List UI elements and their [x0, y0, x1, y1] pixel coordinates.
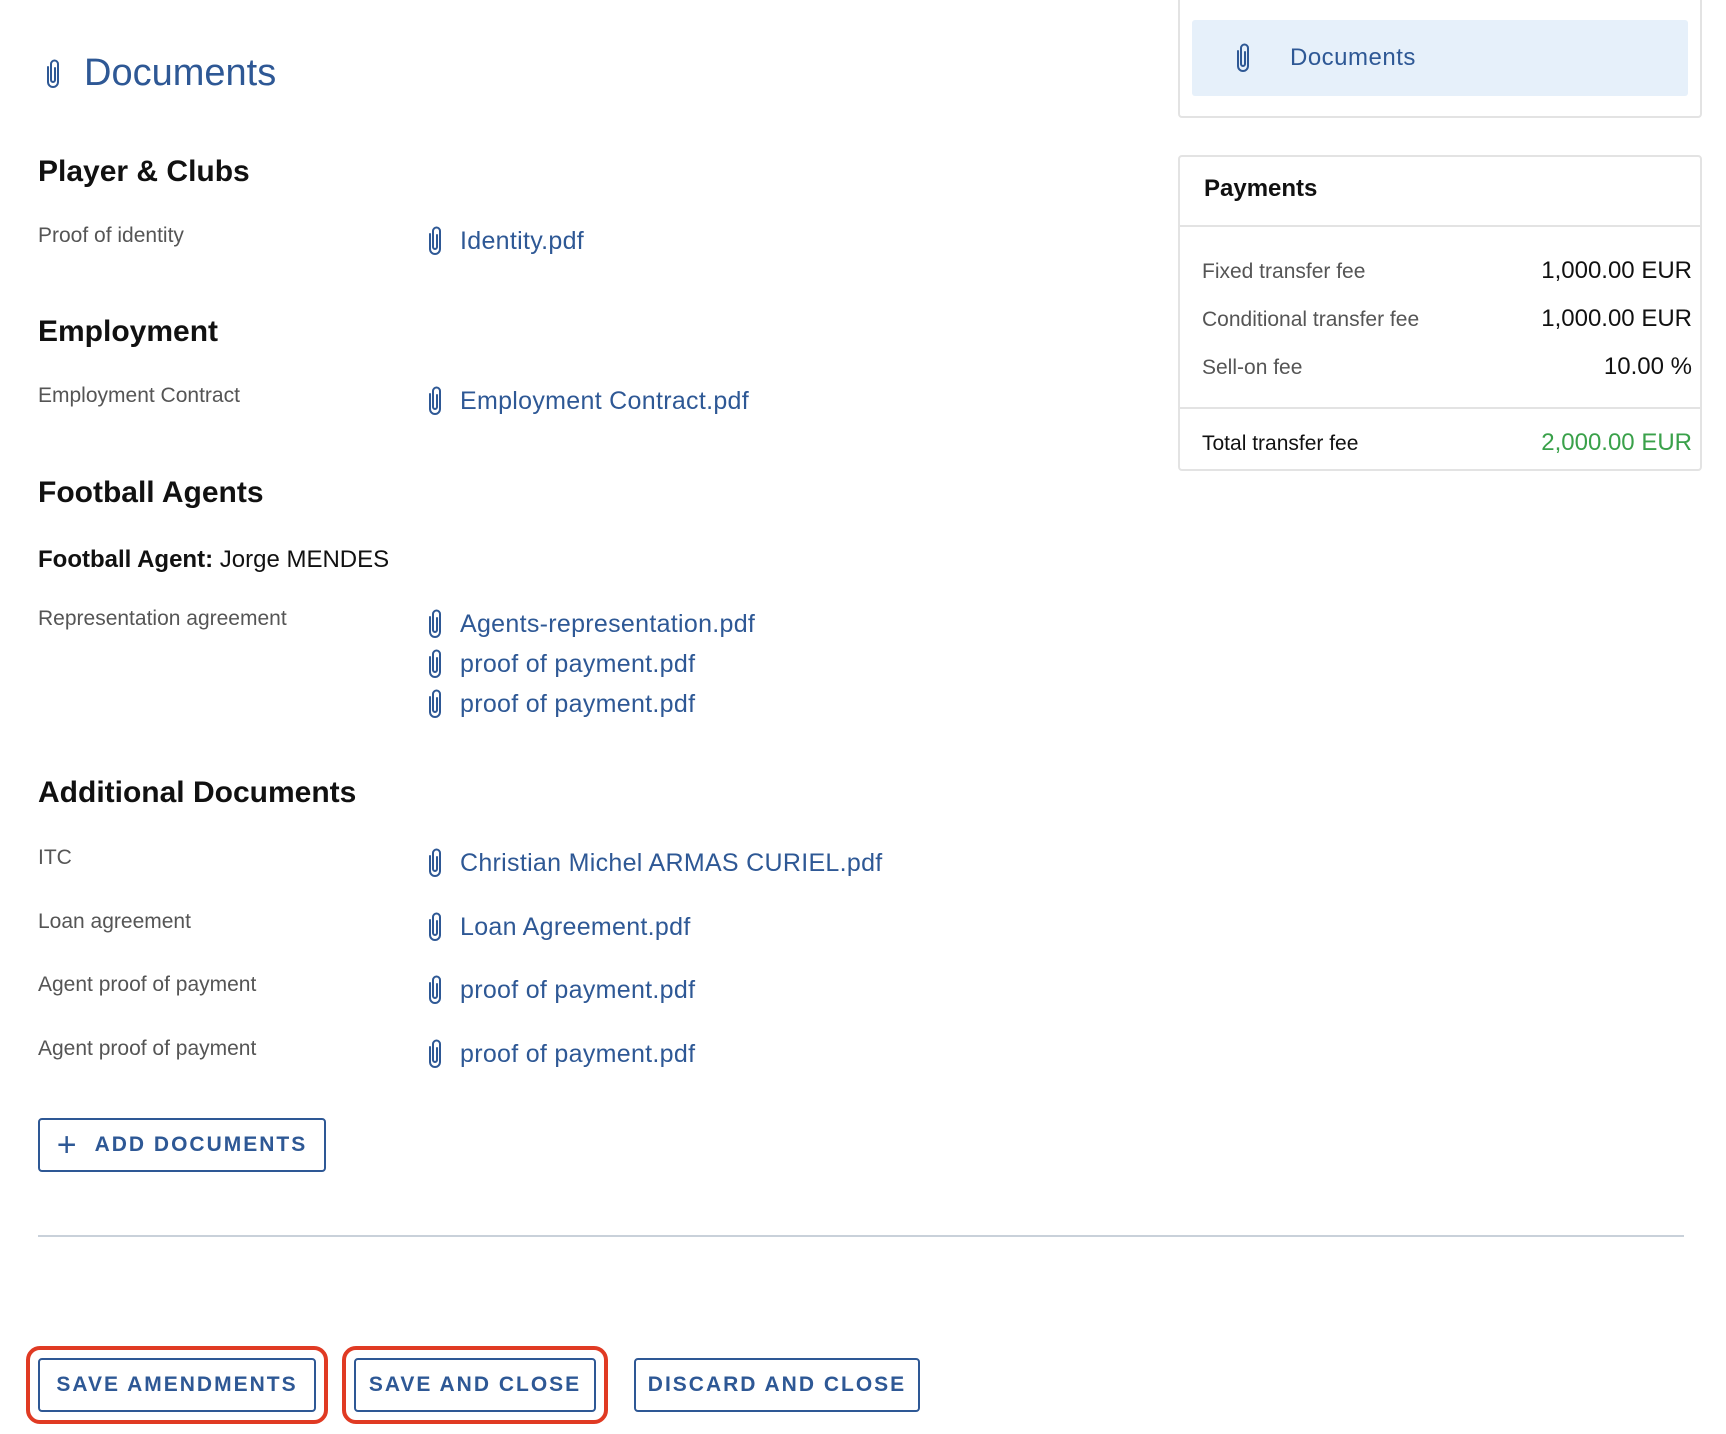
row-label-agent-proof-of-payment: Agent proof of payment — [38, 973, 257, 996]
paperclip-icon — [1232, 42, 1254, 74]
payment-row-total: Total transfer fee 2,000.00 EUR — [1202, 429, 1692, 457]
payments-card: Payments Fixed transfer fee 1,000.00 EUR… — [1178, 155, 1702, 471]
file-link-identity[interactable]: Identity.pdf — [424, 222, 584, 260]
payment-value: 1,000.00 EUR — [1541, 257, 1692, 284]
row-label-proof-of-identity: Proof of identity — [38, 224, 184, 247]
football-agent-label: Football Agent: — [38, 546, 214, 573]
section-title-player-clubs: Player & Clubs — [38, 155, 250, 188]
nav-item-label: Documents — [1290, 44, 1416, 71]
file-link-employment-contract[interactable]: Employment Contract.pdf — [424, 382, 749, 420]
paperclip-icon — [424, 1038, 446, 1070]
football-agent-name: Jorge MENDES — [219, 546, 390, 573]
add-documents-label: ADD DOCUMENTS — [94, 1133, 308, 1156]
paperclip-icon — [424, 688, 446, 720]
file-name[interactable]: proof of payment.pdf — [460, 690, 695, 719]
file-link-proof-of-payment[interactable]: proof of payment.pdf — [424, 645, 695, 683]
payment-row-conditional-transfer-fee: Conditional transfer fee 1,000.00 EUR — [1202, 305, 1692, 333]
paperclip-icon — [42, 58, 64, 90]
file-name[interactable]: Identity.pdf — [460, 227, 584, 256]
payment-row-sell-on-fee: Sell-on fee 10.00 % — [1202, 353, 1692, 381]
row-label-agent-proof-of-payment: Agent proof of payment — [38, 1037, 257, 1060]
payment-label: Sell-on fee — [1202, 356, 1303, 379]
payment-label: Fixed transfer fee — [1202, 260, 1366, 283]
page-header: Documents — [42, 52, 276, 95]
file-link-proof-of-payment[interactable]: proof of payment.pdf — [424, 685, 695, 723]
save-amendments-button[interactable]: SAVE AMENDMENTS — [38, 1358, 316, 1412]
divider — [1180, 225, 1700, 227]
section-nav-card: Documents — [1178, 0, 1702, 118]
nav-item-documents[interactable]: Documents — [1192, 20, 1688, 96]
row-label-itc: ITC — [38, 846, 72, 869]
file-name[interactable]: Employment Contract.pdf — [460, 387, 749, 416]
divider — [38, 1235, 1684, 1237]
payments-title: Payments — [1204, 175, 1318, 202]
save-and-close-button[interactable]: SAVE AND CLOSE — [354, 1358, 596, 1412]
plus-icon: + — [56, 1126, 77, 1164]
paperclip-icon — [424, 385, 446, 417]
discard-and-close-button[interactable]: DISCARD AND CLOSE — [634, 1358, 920, 1412]
row-label-employment-contract: Employment Contract — [38, 384, 240, 407]
file-name[interactable]: Agents-representation.pdf — [460, 610, 755, 639]
file-name[interactable]: Loan Agreement.pdf — [460, 913, 691, 942]
add-documents-button[interactable]: + ADD DOCUMENTS — [38, 1118, 326, 1172]
section-title-additional-documents: Additional Documents — [38, 776, 357, 809]
paperclip-icon — [424, 847, 446, 879]
football-agent-line: Football Agent: Jorge MENDES — [38, 546, 389, 574]
payment-row-fixed-transfer-fee: Fixed transfer fee 1,000.00 EUR — [1202, 257, 1692, 285]
file-name[interactable]: proof of payment.pdf — [460, 976, 695, 1005]
file-link-proof-of-payment[interactable]: proof of payment.pdf — [424, 971, 695, 1009]
paperclip-icon — [424, 648, 446, 680]
file-link-loan-agreement[interactable]: Loan Agreement.pdf — [424, 908, 691, 946]
file-name[interactable]: Christian Michel ARMAS CURIEL.pdf — [460, 849, 883, 878]
paperclip-icon — [424, 911, 446, 943]
total-label: Total transfer fee — [1202, 432, 1359, 455]
divider — [1180, 407, 1700, 409]
row-label-representation-agreement: Representation agreement — [38, 607, 287, 630]
payment-value: 1,000.00 EUR — [1541, 305, 1692, 332]
page-title: Documents — [84, 52, 277, 94]
total-value: 2,000.00 EUR — [1541, 429, 1692, 456]
payment-label: Conditional transfer fee — [1202, 308, 1420, 331]
paperclip-icon — [424, 974, 446, 1006]
file-link-proof-of-payment[interactable]: proof of payment.pdf — [424, 1035, 695, 1073]
file-name[interactable]: proof of payment.pdf — [460, 650, 695, 679]
file-link-agents-representation[interactable]: Agents-representation.pdf — [424, 605, 755, 643]
section-title-football-agents: Football Agents — [38, 476, 264, 509]
paperclip-icon — [424, 225, 446, 257]
paperclip-icon — [424, 608, 446, 640]
file-name[interactable]: proof of payment.pdf — [460, 1040, 695, 1069]
file-link-itc[interactable]: Christian Michel ARMAS CURIEL.pdf — [424, 844, 883, 882]
row-label-loan-agreement: Loan agreement — [38, 910, 191, 933]
section-title-employment: Employment — [38, 315, 219, 348]
payment-value: 10.00 % — [1603, 353, 1692, 380]
